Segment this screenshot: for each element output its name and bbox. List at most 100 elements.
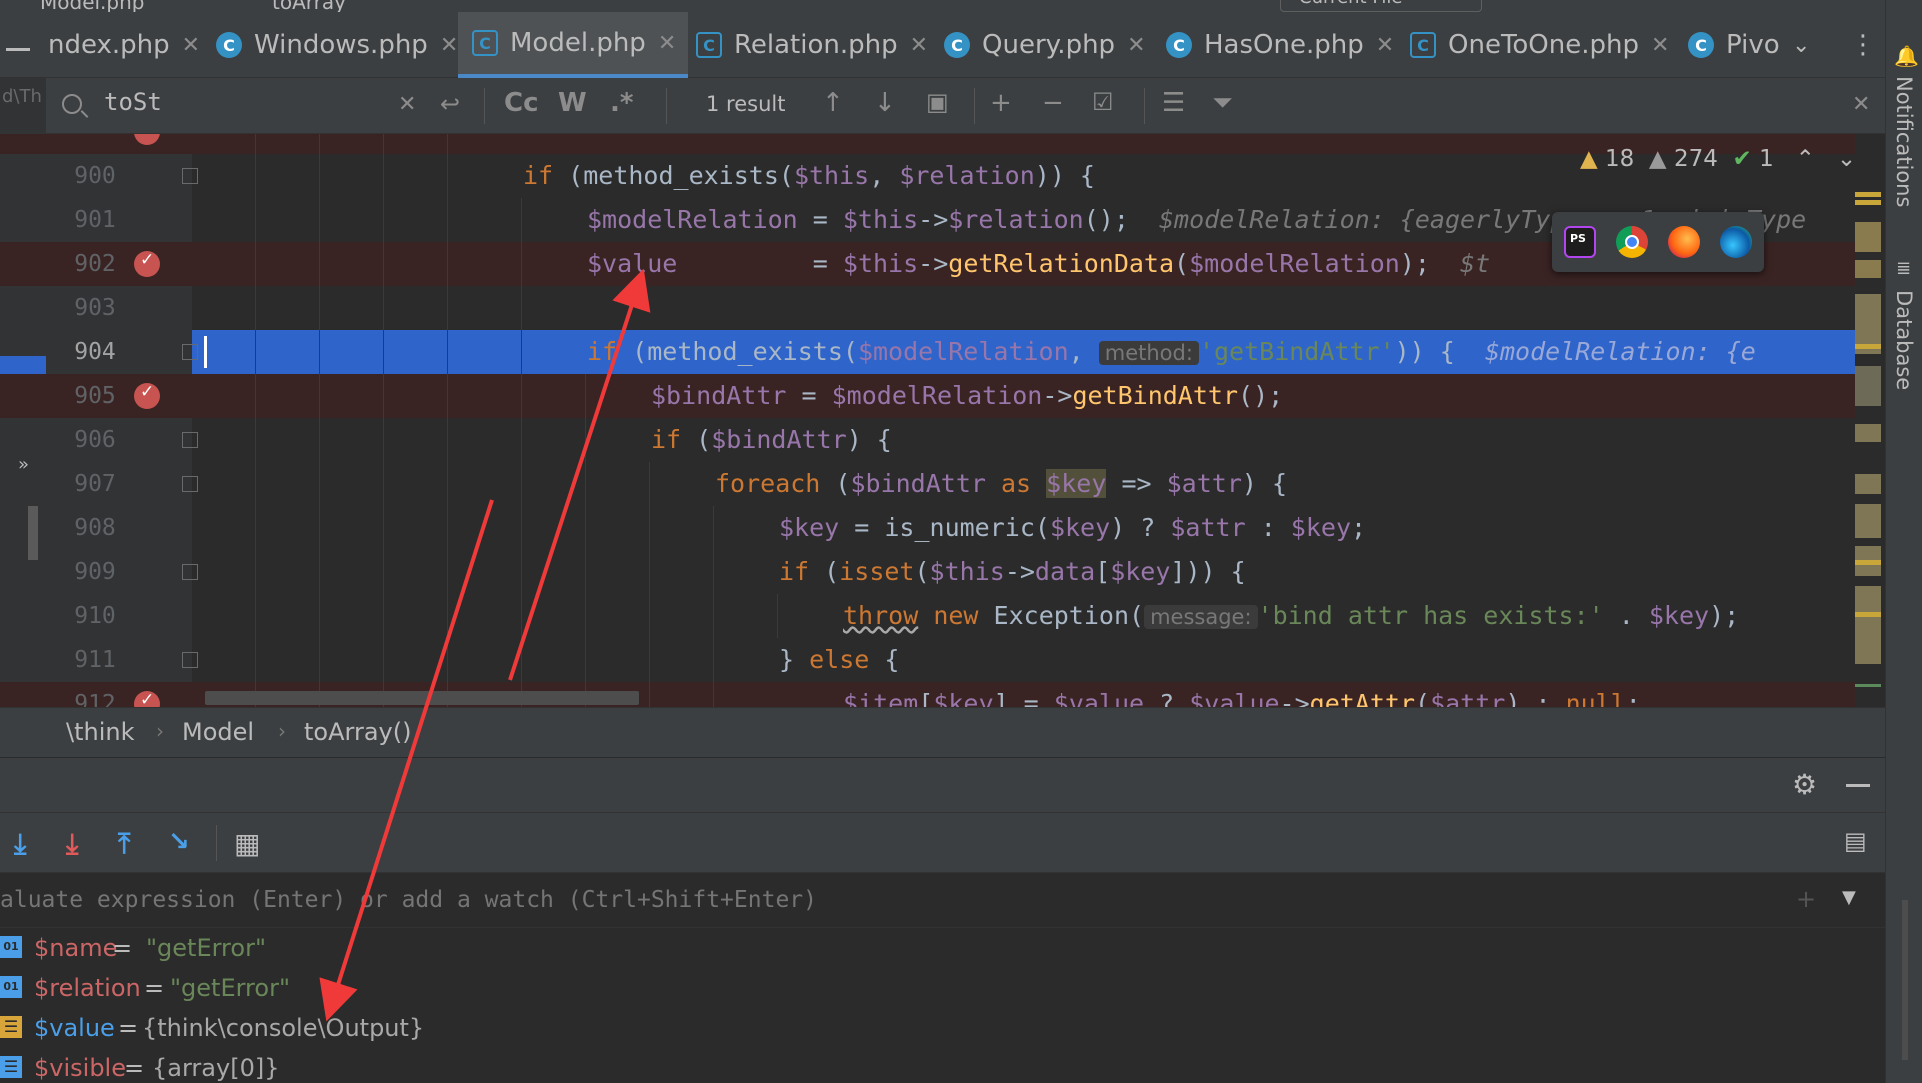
close-icon[interactable]: ✕ xyxy=(910,33,928,58)
breakpoint-icon[interactable] xyxy=(134,134,160,145)
run-to-cursor-icon[interactable]: ↘ xyxy=(168,827,190,857)
database-tool-window[interactable]: Database xyxy=(1892,290,1916,390)
close-icon[interactable]: ✕ xyxy=(1651,33,1669,58)
tab-pivot[interactable]: C Pivo xyxy=(1688,12,1780,78)
breadcrumb-method[interactable]: toArray() xyxy=(304,718,411,746)
filter-options-icon[interactable]: ☰ xyxy=(1162,88,1185,118)
fold-icon[interactable] xyxy=(182,168,198,184)
evaluate-expression-input[interactable] xyxy=(0,873,1760,927)
marker xyxy=(1855,200,1881,205)
run-config-select[interactable]: Current File xyxy=(1280,0,1482,12)
horizontal-scrollbar[interactable] xyxy=(205,691,639,705)
error-stripe[interactable] xyxy=(1855,134,1885,707)
next-occurrence-icon[interactable]: ↓ xyxy=(874,88,896,118)
variable-row[interactable]: ☰ $value = {think\console\Output} xyxy=(0,1008,1860,1048)
equals-sign: = xyxy=(124,1054,145,1082)
line-number: 900 xyxy=(74,163,116,189)
variable-row[interactable]: 01 $name = "getError" xyxy=(0,928,1860,968)
code-text: if ($bindAttr) { xyxy=(651,425,892,454)
code-editor[interactable]: » 900 if (method_exists($this, $relation… xyxy=(0,134,1885,707)
chrome-icon[interactable] xyxy=(1616,226,1648,258)
variable-row[interactable]: ☰ $visible = {array[0]} xyxy=(0,1048,1860,1083)
match-case-button[interactable]: Cc xyxy=(504,88,539,118)
code-text: if (method_exists($this, $relation)) { xyxy=(523,161,1095,190)
regex-button[interactable]: .* xyxy=(610,88,633,118)
phpstorm-icon[interactable]: PS xyxy=(1564,226,1596,258)
close-icon[interactable]: ✕ xyxy=(440,33,458,58)
edge-icon[interactable] xyxy=(1720,226,1752,258)
code-line: 903 xyxy=(0,286,1860,330)
database-icon[interactable]: ≣ xyxy=(1896,258,1911,279)
code-text: foreach ($bindAttr as $key => $attr) { xyxy=(715,469,1288,498)
tab-label: OneToOne.php xyxy=(1448,30,1640,60)
breakpoint-icon[interactable] xyxy=(134,690,160,707)
tab-model[interactable]: C Model.php ✕ xyxy=(458,12,689,78)
tab-relation[interactable]: C Relation.php ✕ xyxy=(696,12,928,78)
vertical-scrollbar[interactable] xyxy=(1902,900,1908,1060)
tab-list-chevron-icon[interactable]: ⌄ xyxy=(1792,12,1810,78)
fold-icon[interactable] xyxy=(182,476,198,492)
close-find-bar-icon[interactable]: ✕ xyxy=(1852,92,1870,117)
open-in-window-icon[interactable]: ▣ xyxy=(926,88,949,116)
indent-guide xyxy=(521,198,522,707)
code-text: throw new Exception(message:'bind attr h… xyxy=(843,601,1740,630)
close-icon[interactable]: ✕ xyxy=(1376,33,1394,58)
select-all-occurrences-icon[interactable]: ☑ xyxy=(1092,88,1114,116)
more-icon[interactable]: ⋮ xyxy=(1850,12,1876,78)
bell-icon[interactable]: 🔔 xyxy=(1894,44,1919,68)
remove-occurrence-icon[interactable]: − xyxy=(1042,88,1064,118)
tab-hasone[interactable]: C HasOne.php ✕ xyxy=(1166,12,1394,78)
separator xyxy=(216,825,217,861)
step-into-icon[interactable]: ⤓ xyxy=(66,827,78,861)
previous-highlight-icon[interactable]: ⌃ xyxy=(1796,146,1815,172)
words-button[interactable]: W xyxy=(558,88,587,118)
breakpoint-icon[interactable] xyxy=(134,250,160,277)
breadcrumb-class[interactable]: Model xyxy=(182,718,254,746)
tab-windows[interactable]: C Windows.php ✕ xyxy=(216,12,458,78)
marker xyxy=(1855,612,1881,617)
inspection-widget[interactable]: ▲ 18 ▲ 274 ✔ 1 ⌃ ⌄ xyxy=(1580,146,1856,172)
firefox-icon[interactable] xyxy=(1668,226,1700,258)
code-text: $key = is_numeric($key) ? $attr : $key; xyxy=(779,513,1367,542)
add-watch-icon[interactable]: + xyxy=(1796,885,1816,913)
tab-index[interactable]: ndex.php ✕ xyxy=(48,12,200,78)
history-dropdown-icon[interactable]: ▼ xyxy=(1842,887,1856,908)
breadcrumb-namespace[interactable]: \think xyxy=(66,718,134,746)
calculator-icon[interactable]: ▦ xyxy=(234,827,260,860)
collapse-icon[interactable] xyxy=(6,48,30,51)
add-occurrence-icon[interactable]: + xyxy=(990,88,1012,118)
previous-occurrence-icon[interactable]: ↑ xyxy=(822,88,844,118)
variable-value: {array[0]} xyxy=(152,1054,280,1082)
next-highlight-icon[interactable]: ⌄ xyxy=(1837,146,1856,172)
hide-icon[interactable] xyxy=(1846,784,1870,787)
variable-value: "getError" xyxy=(170,974,290,1002)
code-line: 907 foreach ($bindAttr as $key => $attr)… xyxy=(0,462,1860,506)
step-over-icon[interactable]: ⤓ xyxy=(14,827,26,861)
tab-label: HasOne.php xyxy=(1204,30,1364,60)
breakpoint-icon[interactable] xyxy=(134,382,160,409)
debug-panel-header: ⚙ xyxy=(0,757,1885,812)
tab-onetoone[interactable]: C OneToOne.php ✕ xyxy=(1410,12,1669,78)
object-type-icon: ☰ xyxy=(0,1016,22,1038)
indent-guide xyxy=(713,506,714,707)
search-input[interactable]: toSt xyxy=(104,88,162,116)
layout-icon[interactable]: ▤ xyxy=(1844,827,1867,855)
fold-icon[interactable] xyxy=(182,564,198,580)
indent-guide xyxy=(777,594,778,638)
variable-row[interactable]: 01 $relation = "getError" xyxy=(0,968,1860,1008)
close-icon[interactable]: ✕ xyxy=(1127,33,1145,58)
notifications-tool-window[interactable]: Notifications xyxy=(1892,76,1916,207)
settings-icon[interactable]: ⚙ xyxy=(1792,768,1817,801)
tab-query[interactable]: C Query.php ✕ xyxy=(944,12,1146,78)
fold-icon[interactable] xyxy=(182,432,198,448)
error-count: 18 xyxy=(1605,146,1635,172)
filter-icon[interactable]: ⏷ xyxy=(1212,88,1233,119)
fold-icon[interactable] xyxy=(182,652,198,668)
new-line-icon[interactable]: ↩ xyxy=(440,90,460,118)
close-icon[interactable]: ✕ xyxy=(658,31,676,56)
fold-icon[interactable] xyxy=(182,344,198,360)
step-out-icon[interactable]: ⤒ xyxy=(118,827,130,861)
clear-search-icon[interactable]: ✕ xyxy=(398,92,416,117)
variable-value: "getError" xyxy=(146,934,266,962)
close-icon[interactable]: ✕ xyxy=(182,33,200,58)
